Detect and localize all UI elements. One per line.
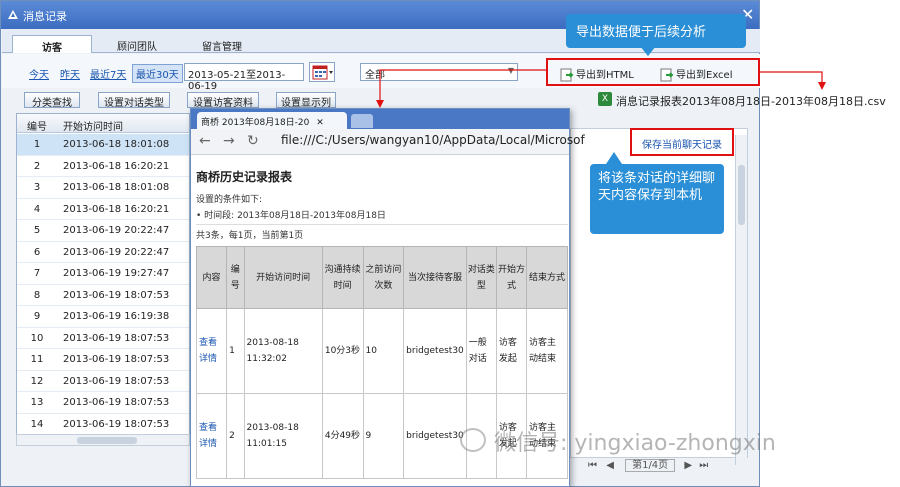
- wechat-icon: [460, 428, 486, 452]
- annotation-arrows: [376, 69, 826, 108]
- watermark-text: 微信号: yingxiao-zhongxin: [494, 431, 776, 456]
